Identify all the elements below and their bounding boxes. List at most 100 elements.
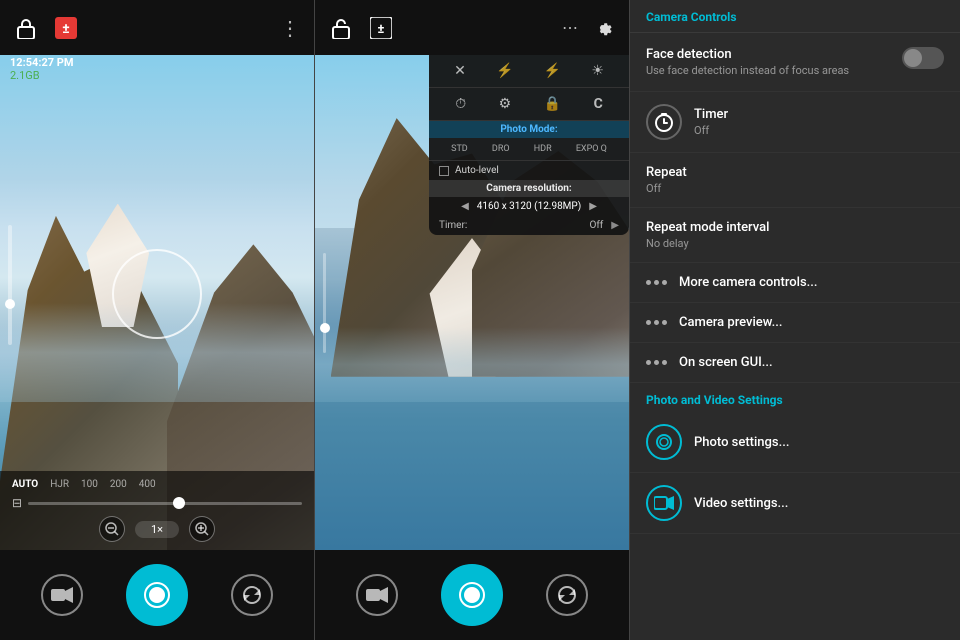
res-left-arrow[interactable]: ◀ — [461, 201, 469, 212]
repeat-interval-row[interactable]: Repeat mode interval No delay — [630, 208, 960, 263]
vertical-slider[interactable] — [8, 225, 12, 345]
gear-icon[interactable] — [589, 14, 617, 42]
iso-hjr[interactable]: HJR — [50, 479, 69, 490]
photo-settings-icon — [646, 424, 682, 460]
face-detection-row[interactable]: Face detection Use face detection instea… — [630, 33, 960, 92]
resolution-row: ◀ 4160 x 3120 (12.98MP) ▶ — [429, 197, 629, 216]
zoom-in-button[interactable] — [189, 516, 215, 542]
iso-200[interactable]: 200 — [110, 479, 127, 490]
timer-label: Timer — [694, 107, 944, 122]
camera-preview-row[interactable]: Camera preview... — [630, 303, 960, 343]
repeat-row[interactable]: Repeat Off — [630, 153, 960, 208]
more-camera-text: More camera controls... — [679, 275, 944, 290]
middle-more-icon[interactable]: ⋯ — [562, 18, 579, 37]
mode-hdr[interactable]: HDR — [534, 144, 552, 154]
rotate-camera-button[interactable] — [231, 574, 273, 616]
more-icon[interactable]: ⋮ — [280, 16, 302, 40]
repeat-interval-text: Repeat mode interval No delay — [646, 220, 944, 250]
exposure-slider[interactable] — [28, 502, 302, 505]
video-button[interactable] — [41, 574, 83, 616]
middle-topbar-left: ± — [327, 14, 395, 42]
timer-icon — [646, 104, 682, 140]
settings-dropdown[interactable]: ✕ ⚡ ⚡ ☀ ⏱ ⚙ 🔒 C Photo Mode: STD DRO HDR … — [429, 55, 629, 235]
middle-video-button[interactable] — [356, 574, 398, 616]
dropdown-flash-on[interactable]: ⚡ — [544, 63, 561, 79]
middle-topbar: ± ⋯ — [315, 0, 629, 55]
more-camera-controls-row[interactable]: More camera controls... — [630, 263, 960, 303]
left-topbar: ± ⋮ — [0, 0, 314, 55]
dropdown-c-icon[interactable]: C — [594, 96, 603, 112]
repeat-value: Off — [646, 182, 944, 195]
middle-shutter-button[interactable] — [441, 564, 503, 626]
resolution-value: 4160 x 3120 (12.98MP) — [477, 201, 581, 212]
face-detection-sublabel: Use face detection instead of focus area… — [646, 64, 902, 77]
timer-arrow[interactable]: ▶ — [611, 220, 619, 231]
auto-level-row: Auto-level — [429, 161, 629, 180]
exposure-slider-row: ⊟ — [12, 496, 302, 510]
timer-row: Timer: Off ▶ — [429, 216, 629, 235]
iso-row: AUTO HJR 100 200 400 — [12, 479, 302, 490]
iso-auto[interactable]: AUTO — [12, 479, 38, 490]
middle-topbar-right: ⋯ — [562, 14, 617, 42]
dropdown-lock-icon[interactable]: 🔒 — [544, 96, 561, 112]
left-phone-panel: ± ⋮ 12:54:27 PM 2.1GB — [0, 0, 315, 640]
auto-level-checkbox[interactable] — [439, 166, 449, 176]
dropdown-timer-icon[interactable]: ⏱ — [455, 96, 466, 112]
middle-rotate-button[interactable] — [546, 574, 588, 616]
middle-slider-thumb — [320, 323, 330, 333]
settings-panel: Camera Controls Face detection Use face … — [630, 0, 960, 640]
middle-vertical-slider[interactable] — [323, 253, 326, 353]
on-screen-gui-label: On screen GUI... — [679, 355, 944, 370]
exposure-icon[interactable]: ± — [52, 14, 80, 42]
dropdown-flash-off[interactable]: ✕ — [454, 63, 466, 79]
lock-icon[interactable] — [12, 14, 40, 42]
on-screen-gui-row[interactable]: On screen GUI... — [630, 343, 960, 383]
resolution-title: Camera resolution: — [429, 180, 629, 197]
shutter-button[interactable] — [126, 564, 188, 626]
middle-side-slider — [323, 204, 326, 402]
dropdown-settings-icon[interactable]: ⚙ — [499, 96, 512, 112]
zoom-out-button[interactable] — [99, 516, 125, 542]
storage-display: 2.1GB — [10, 69, 74, 82]
mode-std[interactable]: STD — [451, 144, 468, 154]
repeat-text: Repeat Off — [646, 165, 944, 195]
dropdown-flash-auto[interactable]: ⚡ — [496, 63, 513, 79]
timer-text: Timer Off — [694, 107, 944, 137]
status-info: 12:54:27 PM 2.1GB — [10, 56, 74, 82]
face-detection-label: Face detection — [646, 47, 902, 62]
zoom-row: 1× — [12, 516, 302, 542]
face-detection-text: Face detection Use face detection instea… — [646, 47, 902, 77]
auto-level-label: Auto-level — [455, 165, 499, 176]
iso-400[interactable]: 400 — [139, 479, 156, 490]
camera-preview-text: Camera preview... — [679, 315, 944, 330]
mode-dro[interactable]: DRO — [492, 144, 510, 154]
photo-settings-label: Photo settings... — [694, 435, 944, 450]
timer-value: Off — [694, 124, 944, 137]
mode-expo[interactable]: EXPO Q — [576, 144, 607, 154]
face-detection-toggle[interactable] — [902, 47, 944, 69]
middle-phone-panel: ± ⋯ ✕ ⚡ ⚡ ☀ ⏱ ⚙ 🔒 C P — [315, 0, 630, 640]
time-display: 12:54:27 PM — [10, 56, 74, 69]
more-camera-label: More camera controls... — [679, 275, 944, 290]
timer-row[interactable]: Timer Off — [630, 92, 960, 153]
dropdown-flash-fill[interactable]: ☀ — [591, 63, 604, 79]
lock-unlocked-icon[interactable] — [327, 14, 355, 42]
camera-preview-dots-icon — [646, 320, 667, 325]
res-right-arrow[interactable]: ▶ — [589, 201, 597, 212]
focus-circle[interactable] — [112, 249, 202, 339]
camera-preview-label: Camera preview... — [679, 315, 944, 330]
exposure-thumb — [173, 497, 185, 509]
settings-header: Camera Controls — [630, 0, 960, 33]
exp-minus-icon: ⊟ — [12, 496, 22, 510]
on-screen-gui-text: On screen GUI... — [679, 355, 944, 370]
svg-text:±: ± — [62, 21, 70, 37]
iso-100[interactable]: 100 — [81, 479, 98, 490]
timer-value: Off — [589, 220, 603, 231]
middle-exposure-icon[interactable]: ± — [367, 14, 395, 42]
video-settings-row[interactable]: Video settings... — [630, 473, 960, 534]
video-settings-text: Video settings... — [694, 496, 944, 511]
photo-settings-row[interactable]: Photo settings... — [630, 412, 960, 473]
repeat-label: Repeat — [646, 165, 944, 180]
side-controls — [8, 115, 12, 455]
slider-thumb — [5, 299, 15, 309]
